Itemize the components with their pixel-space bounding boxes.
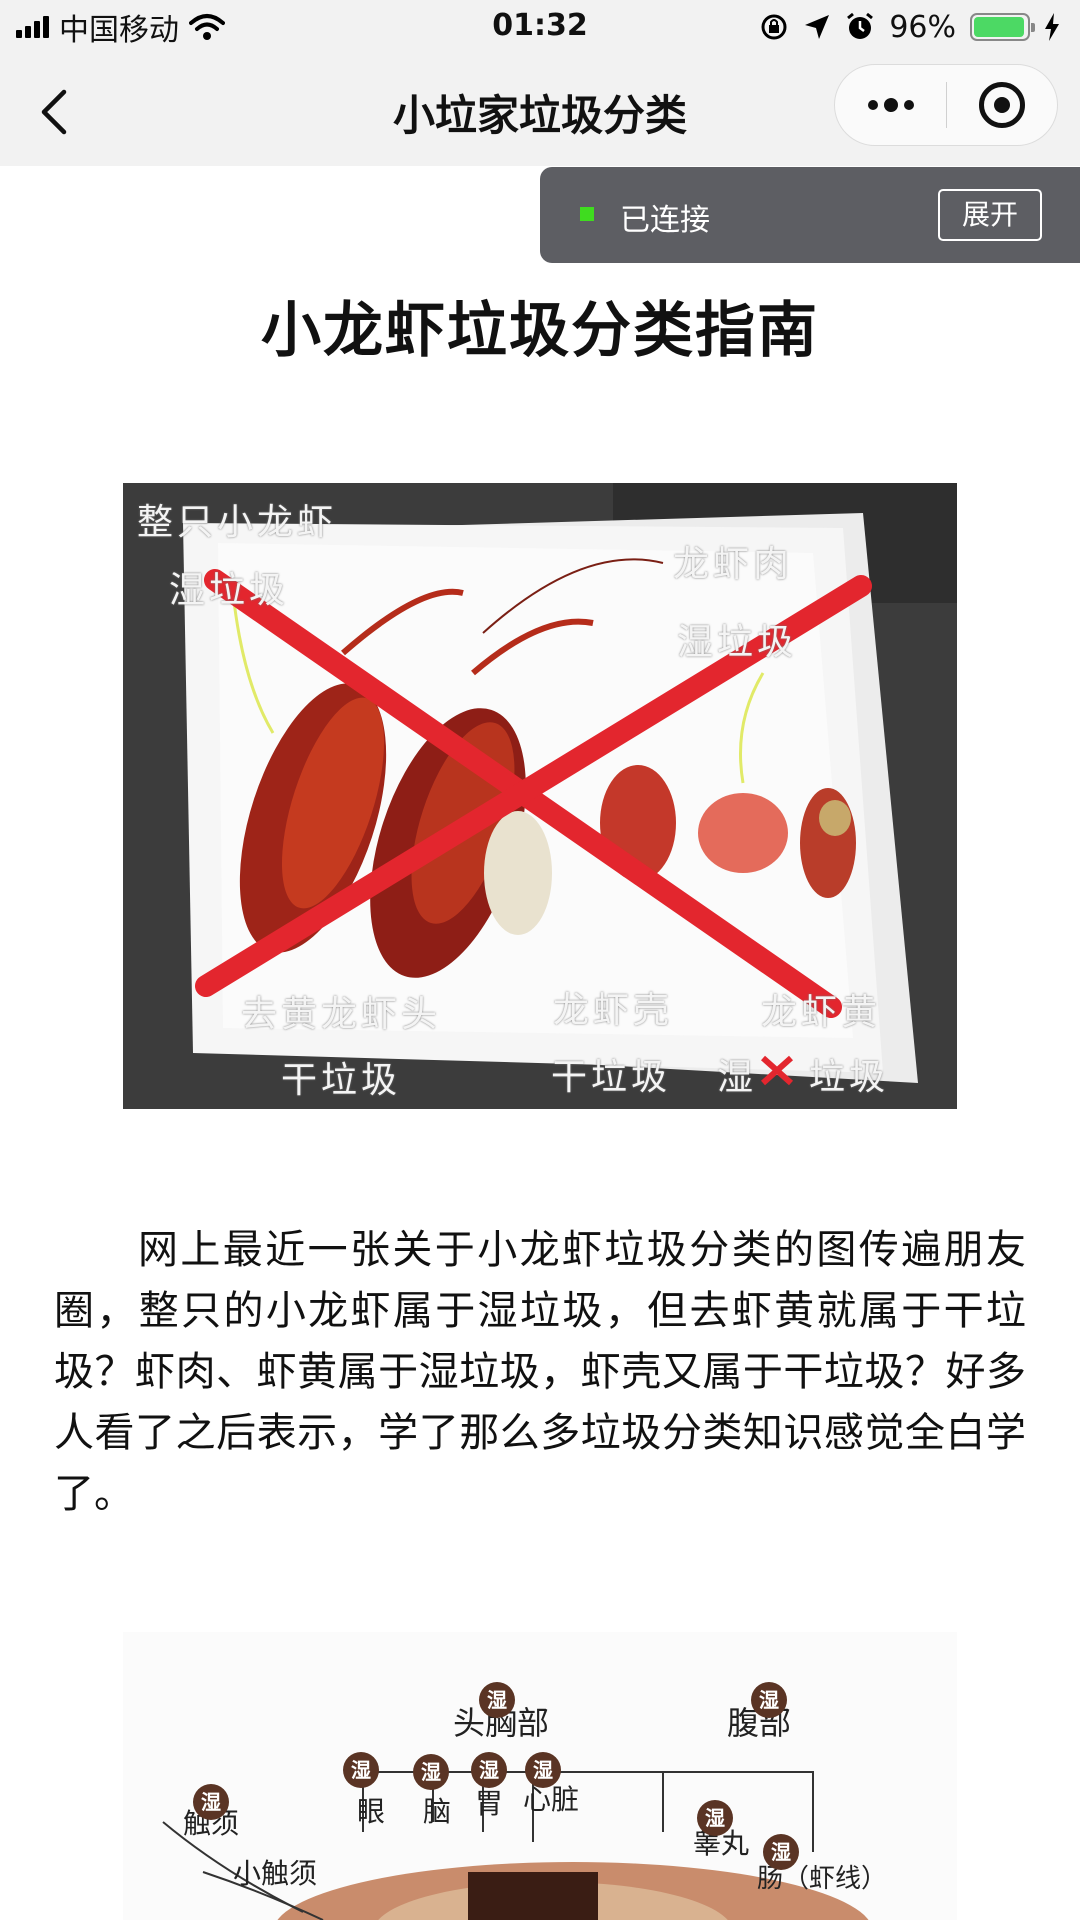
close-miniprogram-button[interactable] (947, 65, 1057, 145)
more-icon (867, 100, 878, 110)
connected-indicator (580, 207, 594, 221)
note-whole-wet: 湿垃圾 (169, 570, 290, 611)
crawfish-classification-image: 整只小龙虾 湿垃圾 龙虾肉 湿垃圾 去黄龙虾头 干垃圾 龙虾壳 干垃圾 龙虾黄 … (123, 483, 957, 1109)
rotation-lock-icon (761, 14, 787, 40)
article-title: 小龙虾垃圾分类指南 (261, 296, 819, 366)
status-bar: 中国移动 01:32 96% (0, 0, 1080, 54)
battery-percent: 96% (889, 9, 956, 45)
note-head: 去黄龙虾头 (241, 994, 442, 1035)
wet-badge: 湿 (525, 1752, 561, 1788)
crawfish-anatomy-image: 头胸部 腹部 触须 小触须 眼 脑 胃 心脏 睾丸 肠（虾线） 湿 湿 湿 湿 … (123, 1632, 957, 1920)
label-stomach: 胃 (475, 1787, 504, 1820)
note-roe-garbage: 垃圾 (809, 1057, 890, 1098)
nav-bar: 小垃家垃圾分类 (0, 54, 1080, 166)
status-right: 96% (759, 8, 1060, 46)
location-icon (805, 15, 830, 39)
miniprogram-capsule (834, 64, 1058, 146)
wet-badge: 湿 (471, 1752, 507, 1788)
note-meat: 龙虾肉 (673, 544, 794, 585)
wet-badge: 湿 (479, 1682, 515, 1718)
battery-icon (970, 13, 1035, 41)
note-roe: 龙虾黄 (761, 992, 882, 1033)
note-shell: 龙虾壳 (553, 990, 674, 1031)
wet-badge: 湿 (763, 1834, 799, 1870)
wet-badge: 湿 (343, 1752, 379, 1788)
alarm-icon (847, 12, 874, 39)
target-icon (979, 82, 1025, 128)
expand-button[interactable]: 展开 (938, 189, 1042, 241)
charging-icon (1045, 13, 1059, 41)
label-eye: 眼 (357, 1795, 386, 1828)
wet-badge: 湿 (751, 1682, 787, 1718)
note-head-dry: 干垃圾 (281, 1060, 402, 1101)
wet-badge: 湿 (193, 1784, 229, 1820)
wet-badge: 湿 (697, 1800, 733, 1836)
label-brain: 脑 (423, 1795, 452, 1828)
note-whole: 整只小龙虾 (137, 502, 338, 543)
connection-banner: 已连接 展开 (540, 167, 1080, 263)
more-button[interactable] (835, 65, 946, 145)
connection-status: 已连接 (620, 203, 710, 238)
note-meat-wet: 湿垃圾 (677, 622, 798, 663)
label-small-antenna: 小触须 (233, 1857, 318, 1890)
wet-badge: 湿 (413, 1754, 449, 1790)
note-roe-wet: 湿 (717, 1057, 758, 1098)
note-shell-dry: 干垃圾 (551, 1057, 672, 1098)
article-paragraph: 网上最近一张关于小龙虾垃圾分类的图传遍朋友圈，整只的小龙虾属于湿垃圾，但去虾黄就… (54, 1227, 1026, 1517)
